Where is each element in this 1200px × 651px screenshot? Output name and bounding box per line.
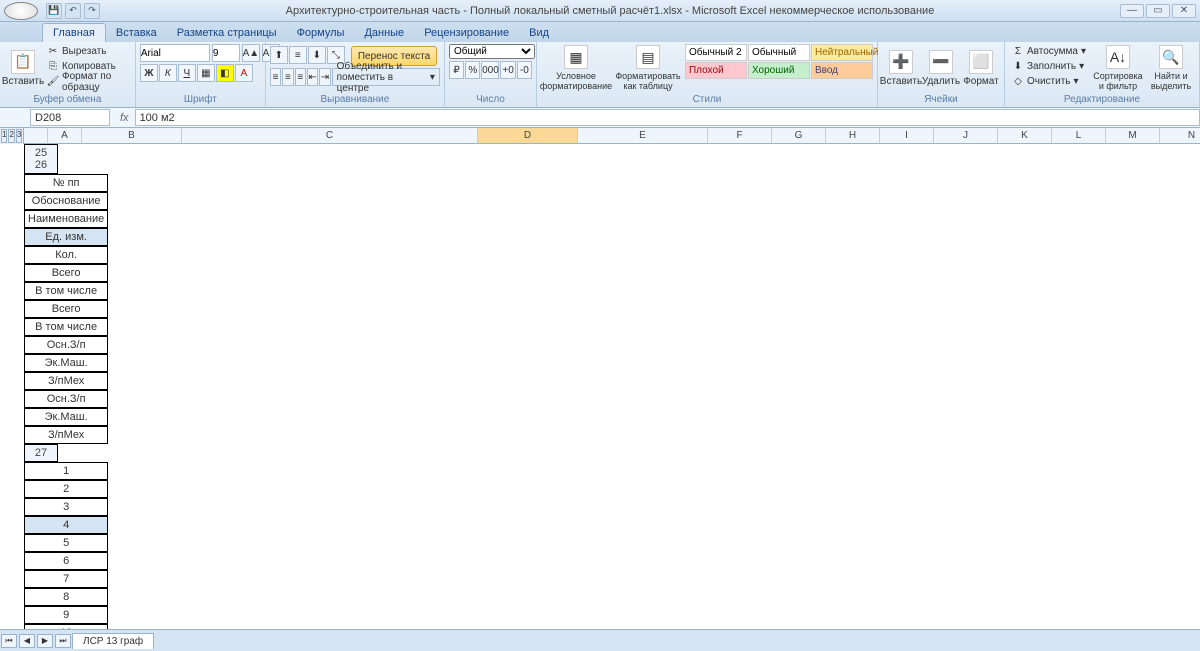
cell-style-Плохой[interactable]: Плохой xyxy=(685,62,747,79)
window-title: Архитектурно-строительная часть - Полный… xyxy=(100,5,1120,17)
ribbon-tab-Разметка страницы[interactable]: Разметка страницы xyxy=(167,24,287,42)
qat-redo[interactable]: ↷ xyxy=(84,3,100,19)
col-header-M[interactable]: M xyxy=(1106,128,1160,144)
fill-button[interactable]: ⬇Заполнить ▾ xyxy=(1009,59,1089,74)
col-header-D[interactable]: D xyxy=(478,128,578,144)
align-top[interactable]: ⬆ xyxy=(270,46,288,64)
tab-nav-first[interactable]: ⏮ xyxy=(1,634,17,648)
currency-button[interactable]: ₽ xyxy=(449,61,464,79)
ribbon-tab-Данные[interactable]: Данные xyxy=(354,24,414,42)
bold-button[interactable]: Ж xyxy=(140,64,158,82)
autosum-button[interactable]: ΣАвтосумма ▾ xyxy=(1009,44,1089,59)
cond-format-button[interactable]: ▦Условное форматирование xyxy=(541,44,611,92)
col-header-B[interactable]: B xyxy=(82,128,182,144)
comma-button[interactable]: 000 xyxy=(481,61,499,79)
editing-group-label: Редактирование xyxy=(1009,93,1195,105)
col-header-E[interactable]: E xyxy=(578,128,708,144)
fill-color-button[interactable]: ◧ xyxy=(216,64,234,82)
qat-save[interactable]: 💾 xyxy=(46,3,62,19)
font-size-input[interactable] xyxy=(212,44,240,62)
align-group-label: Выравнивание xyxy=(270,93,440,105)
row-header[interactable]: 2526 xyxy=(24,144,58,174)
copy-icon: ⎘ xyxy=(47,61,59,73)
maximize-button[interactable]: ▭ xyxy=(1146,4,1170,18)
col-header-F[interactable]: F xyxy=(708,128,772,144)
formula-bar-input[interactable]: 100 м2 xyxy=(135,109,1200,126)
tab-nav-next[interactable]: ▶ xyxy=(37,634,53,648)
cell-style-Обычный 2[interactable]: Обычный 2 xyxy=(685,44,747,61)
cut-icon: ✂ xyxy=(47,46,59,58)
col-header-I[interactable]: I xyxy=(880,128,934,144)
minimize-button[interactable]: — xyxy=(1120,4,1144,18)
underline-button[interactable]: Ч xyxy=(178,64,196,82)
find-select-button[interactable]: 🔍Найти и выделить xyxy=(1147,44,1195,92)
align-center[interactable]: ≡ xyxy=(282,68,293,86)
insert-cells-button[interactable]: ➕Вставить xyxy=(882,44,920,92)
ribbon-tab-Вставка[interactable]: Вставка xyxy=(106,24,167,42)
paste-button[interactable]: 📋Вставить xyxy=(4,44,42,92)
ribbon-tab-Рецензирование[interactable]: Рецензирование xyxy=(414,24,519,42)
indent-inc[interactable]: ⇥ xyxy=(319,68,330,86)
ribbon-tab-Формулы[interactable]: Формулы xyxy=(287,24,355,42)
number-group-label: Число xyxy=(449,93,532,105)
tab-nav-prev[interactable]: ◀ xyxy=(19,634,35,648)
border-button[interactable]: ▦ xyxy=(197,64,215,82)
cells-group-label: Ячейки xyxy=(882,93,1000,105)
cell-style-Ввод[interactable]: Ввод xyxy=(811,62,873,79)
close-button[interactable]: ✕ xyxy=(1172,4,1196,18)
tab-nav-last[interactable]: ⏭ xyxy=(55,634,71,648)
format-as-table-button[interactable]: ▤Форматировать как таблицу xyxy=(613,44,683,92)
align-left[interactable]: ≡ xyxy=(270,68,281,86)
styles-group-label: Стили xyxy=(541,93,873,105)
eraser-icon: ◇ xyxy=(1012,76,1024,88)
italic-button[interactable]: К xyxy=(159,64,177,82)
indent-dec[interactable]: ⇤ xyxy=(307,68,318,86)
sigma-icon: Σ xyxy=(1012,46,1024,58)
merge-button[interactable]: Объединить и поместить в центре ▾ xyxy=(332,68,440,86)
col-header-N[interactable]: N xyxy=(1160,128,1200,144)
brush-icon: 🖌 xyxy=(47,76,59,88)
dec-decimal[interactable]: -0 xyxy=(517,61,532,79)
format-painter-button[interactable]: 🖌Формат по образцу xyxy=(44,74,131,89)
align-middle[interactable]: ≡ xyxy=(289,46,307,64)
number-format-select[interactable]: Общий xyxy=(449,44,535,59)
delete-cells-button[interactable]: ➖Удалить xyxy=(922,44,960,92)
office-button[interactable] xyxy=(4,2,38,20)
col-header-C[interactable]: C xyxy=(182,128,478,144)
qat-undo[interactable]: ↶ xyxy=(65,3,81,19)
col-header-G[interactable]: G xyxy=(772,128,826,144)
ribbon-tab-Вид[interactable]: Вид xyxy=(519,24,559,42)
outline-levels[interactable]: 123 xyxy=(0,128,24,144)
col-header-J[interactable]: J xyxy=(934,128,998,144)
percent-button[interactable]: % xyxy=(465,61,480,79)
align-bottom[interactable]: ⬇ xyxy=(308,46,326,64)
ribbon-tab-Главная[interactable]: Главная xyxy=(42,23,106,42)
col-header-K[interactable]: K xyxy=(998,128,1052,144)
grow-font-button[interactable]: A▲ xyxy=(242,44,260,62)
col-header-corner[interactable] xyxy=(24,128,48,144)
col-header-A[interactable]: A xyxy=(48,128,82,144)
cell-style-Обычный[interactable]: Обычный xyxy=(748,44,810,61)
col-header-L[interactable]: L xyxy=(1052,128,1106,144)
sort-filter-button[interactable]: A↓Сортировка и фильтр xyxy=(1091,44,1145,92)
cut-button[interactable]: ✂Вырезать xyxy=(44,44,131,59)
row-header[interactable]: 27 xyxy=(24,444,58,462)
clipboard-group-label: Буфер обмена xyxy=(4,93,131,105)
align-right[interactable]: ≡ xyxy=(295,68,306,86)
font-group-label: Шрифт xyxy=(140,93,261,105)
inc-decimal[interactable]: +0 xyxy=(500,61,515,79)
fill-icon: ⬇ xyxy=(1012,61,1024,73)
col-header-H[interactable]: H xyxy=(826,128,880,144)
font-color-button[interactable]: A xyxy=(235,64,253,82)
fx-icon[interactable]: fx xyxy=(114,112,135,124)
cell-style-Хороший[interactable]: Хороший xyxy=(748,62,810,79)
format-cells-button[interactable]: ⬜Формат xyxy=(962,44,1000,92)
name-box[interactable]: D208 xyxy=(30,109,110,126)
font-name-input[interactable] xyxy=(140,44,210,62)
cell-style-Нейтральный[interactable]: Нейтральный xyxy=(811,44,873,61)
clear-button[interactable]: ◇Очистить ▾ xyxy=(1009,74,1089,89)
